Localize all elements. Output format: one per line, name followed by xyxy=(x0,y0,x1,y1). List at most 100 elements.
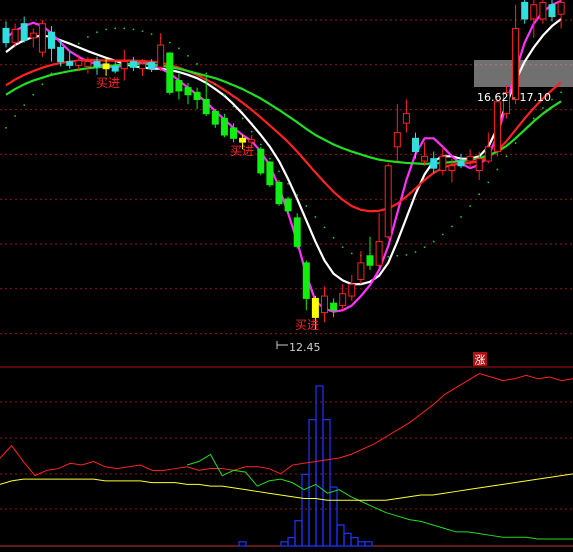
dot-marker xyxy=(423,246,426,249)
candle-body xyxy=(557,1,565,15)
dot-marker xyxy=(223,93,226,96)
dot-marker xyxy=(178,47,180,50)
candle-body xyxy=(29,32,37,39)
candle-body xyxy=(193,91,201,100)
dot-marker xyxy=(150,33,153,36)
candle-body xyxy=(448,165,456,172)
candle-body xyxy=(11,28,19,44)
dot-marker xyxy=(269,157,271,160)
candle-body xyxy=(111,65,119,72)
dot-marker xyxy=(350,252,353,255)
candle-body xyxy=(475,158,483,172)
dot-marker xyxy=(96,31,98,34)
dot-marker xyxy=(514,142,517,144)
candle-body xyxy=(220,117,228,136)
candle-body xyxy=(202,98,210,115)
candle-body xyxy=(148,62,156,70)
dot-marker xyxy=(259,143,262,146)
candle-body xyxy=(375,241,383,266)
candle-body xyxy=(348,283,356,297)
dot-marker xyxy=(23,104,26,107)
candle-body xyxy=(2,27,10,44)
candle-body xyxy=(157,44,165,68)
rise-badge-label: 涨 xyxy=(475,354,486,367)
dot-marker xyxy=(523,129,526,132)
candle-body xyxy=(430,158,438,169)
dot-marker xyxy=(487,181,490,184)
candle-body xyxy=(357,262,365,280)
dot-marker xyxy=(50,72,53,75)
dot-marker xyxy=(505,155,508,158)
dot-marker xyxy=(196,63,199,65)
dot-marker xyxy=(114,27,117,30)
dot-marker xyxy=(132,28,135,31)
dot-marker xyxy=(5,126,7,129)
candle-body xyxy=(402,113,410,124)
dot-marker xyxy=(105,28,107,31)
candle-body xyxy=(302,262,310,299)
dot-marker xyxy=(432,240,435,243)
dot-marker xyxy=(241,117,244,120)
dot-marker xyxy=(542,107,544,109)
candle-body xyxy=(439,155,447,172)
dot-marker xyxy=(168,41,171,44)
candle-body xyxy=(57,46,65,63)
candle-body xyxy=(539,1,547,20)
candle-body xyxy=(321,295,328,314)
candle-body xyxy=(175,80,183,92)
candle-body xyxy=(366,255,374,266)
dot-marker xyxy=(32,93,35,96)
dot-marker xyxy=(460,216,462,218)
candle-body xyxy=(484,146,492,162)
dot-marker xyxy=(250,130,253,133)
candle-body xyxy=(466,155,474,162)
dot-marker xyxy=(77,42,80,45)
candle-body xyxy=(211,110,219,125)
candle-body xyxy=(311,297,319,318)
dot-marker xyxy=(560,91,562,94)
dot-marker xyxy=(214,83,217,86)
dot-marker xyxy=(296,194,299,197)
candle-body xyxy=(493,101,501,153)
candle-body xyxy=(239,137,247,143)
dot-marker xyxy=(496,168,499,171)
dot-marker xyxy=(396,254,399,257)
candle-body xyxy=(457,160,465,167)
candle-body xyxy=(66,61,74,66)
candle-body xyxy=(20,23,28,41)
candle-body xyxy=(530,4,538,20)
candle-body xyxy=(120,61,128,70)
candle-body xyxy=(421,155,429,162)
dot-marker xyxy=(305,205,308,207)
candle-body xyxy=(275,181,283,205)
candle-body xyxy=(330,302,338,311)
dot-marker xyxy=(14,115,16,117)
candle-body xyxy=(339,293,347,307)
dot-marker xyxy=(287,182,289,185)
dot-marker xyxy=(232,105,235,108)
dot-marker xyxy=(451,225,453,228)
dot-marker xyxy=(323,226,326,229)
dot-marker xyxy=(41,83,44,86)
dot-marker xyxy=(187,54,189,57)
dot-marker xyxy=(532,117,535,120)
candle-body xyxy=(38,23,46,53)
candle-body xyxy=(384,165,392,238)
low-price-label: 12.45 xyxy=(289,341,321,354)
dot-marker xyxy=(478,193,481,196)
dot-marker xyxy=(205,72,208,75)
candle-body xyxy=(184,87,192,96)
candle-body xyxy=(257,148,265,174)
candle-body xyxy=(102,63,110,70)
buy-signal-label: 买进 xyxy=(295,318,319,332)
dot-marker xyxy=(341,246,344,249)
dot-marker xyxy=(469,205,471,207)
candle-body xyxy=(139,63,146,70)
candle-body xyxy=(84,61,92,67)
candle-body xyxy=(412,137,419,153)
candle-body xyxy=(129,61,137,68)
candle-body xyxy=(521,1,529,20)
dot-marker xyxy=(332,236,335,239)
dot-marker xyxy=(87,36,89,38)
candle-body xyxy=(266,161,274,186)
